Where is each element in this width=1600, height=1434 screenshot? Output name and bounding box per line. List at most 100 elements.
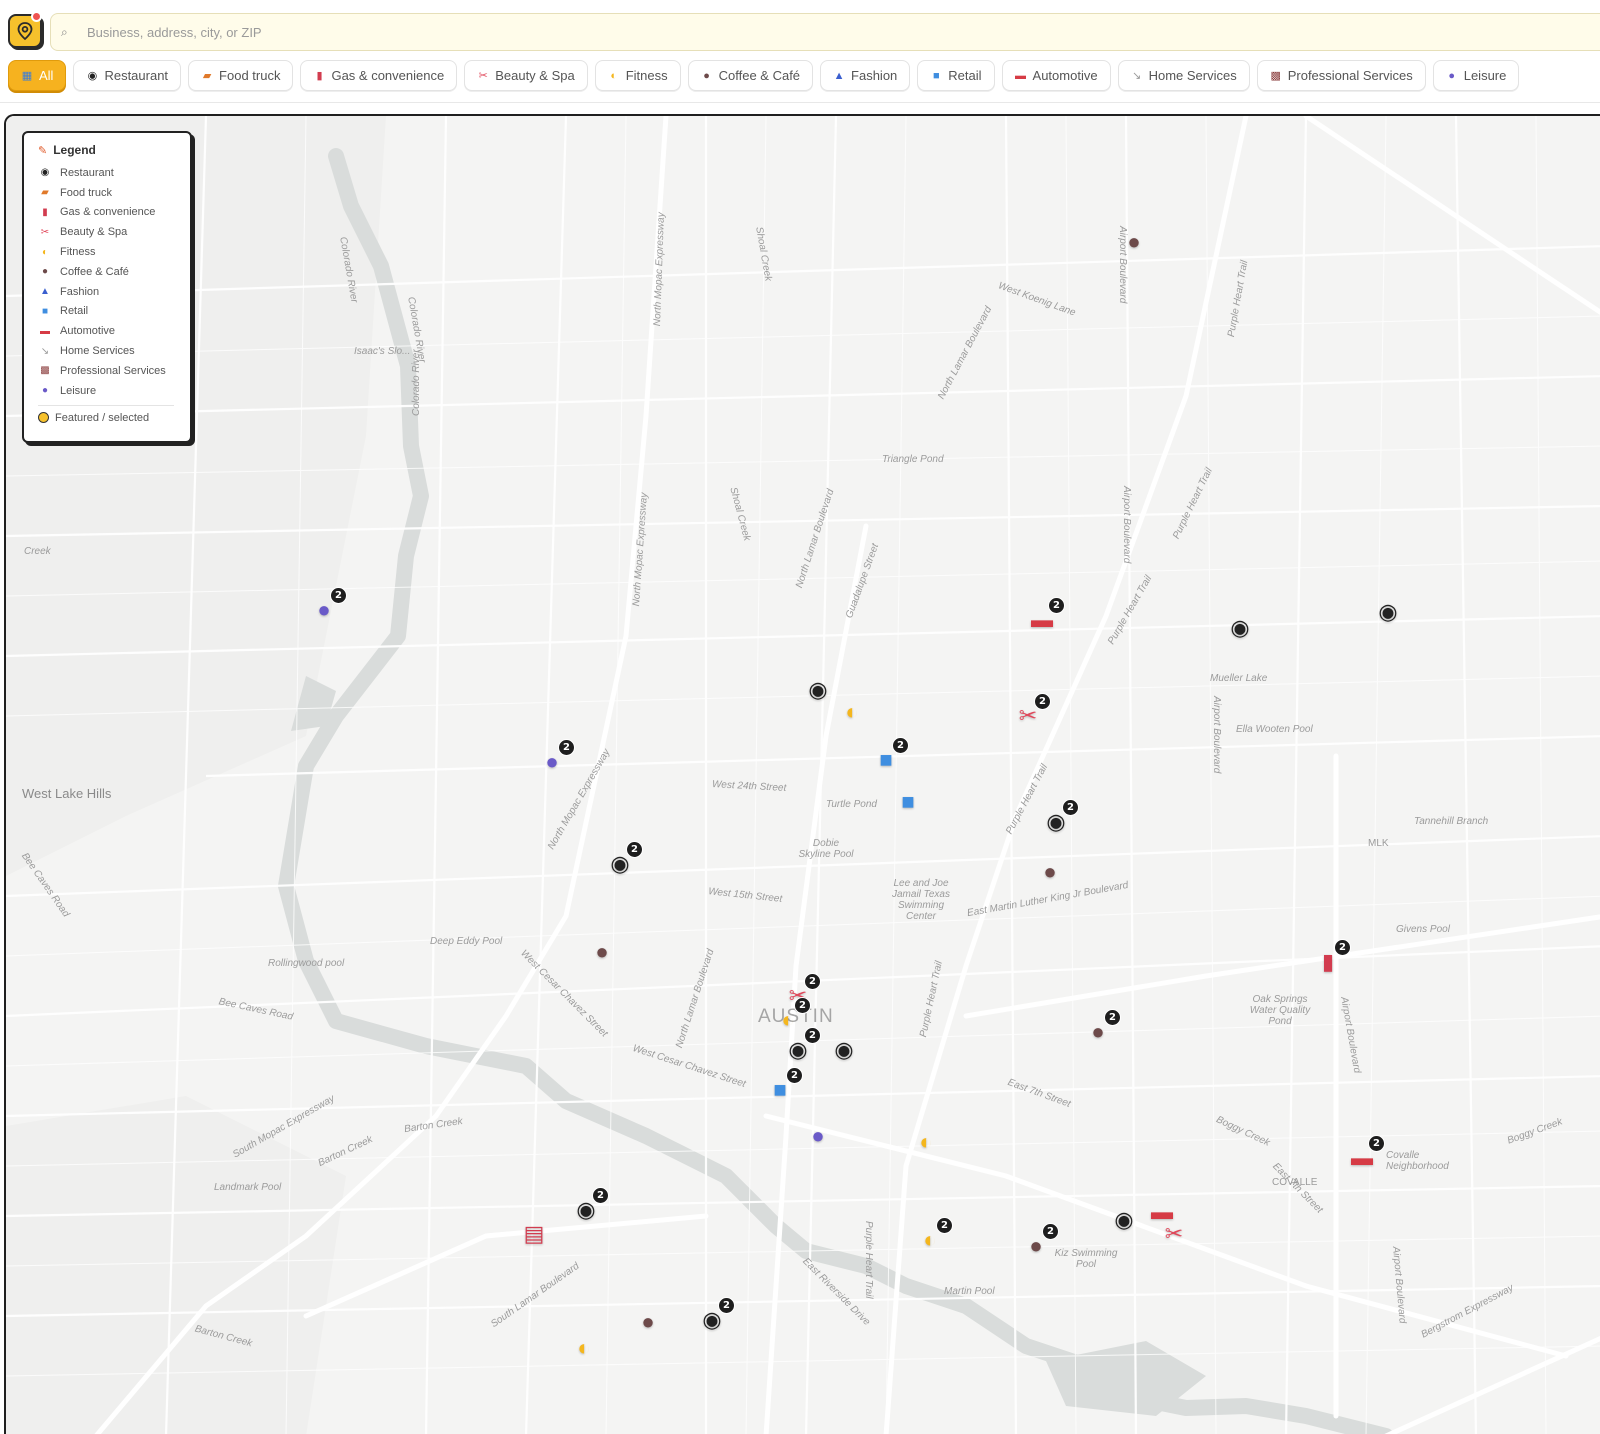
map-marker-coffee[interactable]: ●: [588, 938, 616, 966]
flexed-arm-icon: ◐: [41, 246, 49, 258]
coffee-icon: ●: [641, 1309, 655, 1334]
shopping-bag-icon: ■: [932, 69, 940, 82]
map-marker-restaurant[interactable]: ◉: [1226, 614, 1254, 642]
legend-item-label: Fitness: [60, 246, 96, 259]
cluster-count-badge: 2: [718, 1297, 735, 1314]
legend-featured-label: Featured / selected: [55, 411, 150, 424]
chip-label: Retail: [948, 68, 982, 83]
map-marker-restaurant[interactable]: ◉ 2: [572, 1187, 609, 1224]
map-marker-coffee[interactable]: ●: [634, 1308, 662, 1336]
gas-pump-icon: ▮: [1321, 949, 1335, 974]
map-marker-leisure[interactable]: ●: [804, 1122, 832, 1150]
map-marker-leisure[interactable]: ● 2: [310, 587, 347, 624]
map-label-turtle-pond: Turtle Pond: [826, 799, 877, 810]
map-marker-retail[interactable]: ■: [894, 788, 922, 816]
map-marker-coffee[interactable]: ● 2: [1084, 1009, 1121, 1046]
map-marker-gas[interactable]: ▮ 2: [1314, 939, 1351, 976]
cluster-count-badge: 2: [892, 737, 909, 754]
map-marker-retail[interactable]: ■ 2: [766, 1067, 803, 1104]
map-marker-restaurant[interactable]: ◉ 2: [1042, 799, 1079, 836]
cluster-count-badge: 2: [592, 1187, 609, 1204]
scissors-icon: ✂: [1018, 703, 1038, 728]
top-bar: ⌕: [0, 0, 1600, 62]
pencil-icon: ✎: [38, 144, 48, 157]
category-chip-all[interactable]: ▦ All: [8, 60, 67, 91]
bowling-icon: ●: [1448, 69, 1456, 82]
map-marker-gas[interactable]: ▤: [520, 1220, 548, 1248]
map-marker-fitness[interactable]: ◐: [570, 1334, 598, 1362]
map-marker-coffee[interactable]: ●: [1036, 858, 1064, 886]
search-bar[interactable]: ⌕: [50, 13, 1600, 51]
restaurant-icon: ◉: [1046, 809, 1066, 834]
map-label-colorado-river-3: Colorado River: [411, 349, 422, 416]
map-marker-fitness[interactable]: ◐: [838, 698, 866, 726]
category-chip-retail[interactable]: ■ Retail: [917, 60, 995, 91]
gas-pump-icon: ▮: [316, 70, 323, 82]
map-marker-fitness[interactable]: ◐: [912, 1128, 940, 1156]
map-marker-restaurant[interactable]: ◉: [804, 676, 832, 704]
flexed-arm-icon: ◐: [845, 699, 859, 724]
map-marker-coffee[interactable]: ●: [1120, 228, 1148, 256]
category-chip-automotive[interactable]: ▬ Automotive: [1001, 60, 1111, 91]
category-chip-beauty-spa[interactable]: ✂ Beauty & Spa: [464, 60, 588, 91]
legend-item: ◐ Fitness: [38, 242, 190, 262]
category-chip-professional-services[interactable]: ▩ Professional Services: [1256, 60, 1426, 91]
category-chip-gas-convenience[interactable]: ▮ Gas & convenience: [300, 60, 458, 91]
shopping-bag-icon: ■: [773, 1077, 787, 1102]
map-label-creek: Creek: [24, 546, 51, 557]
cluster-count-badge: 2: [330, 587, 347, 604]
map-marker-restaurant[interactable]: ◉ 2: [784, 1027, 821, 1064]
map-marker-coffee[interactable]: ● 2: [1022, 1223, 1059, 1260]
map-marker-restaurant[interactable]: ◉: [1110, 1206, 1138, 1234]
map-canvas[interactable]: West Lake Hills AUSTIN COVALLE Colorado …: [4, 114, 1600, 1434]
map-marker-automotive[interactable]: ▬ 2: [1348, 1135, 1385, 1172]
notification-dot: [31, 11, 42, 22]
featured-dot-icon: [38, 412, 49, 424]
map-legend: ✎ Legend ◉ Restaurant ▰ Food truck ▮ Gas & co…: [22, 131, 192, 443]
legend-item: ● Leisure: [38, 381, 190, 401]
wrench-icon: ↘: [1131, 70, 1142, 82]
legend-title-text: Legend: [53, 143, 96, 157]
map-label-martin-pool: Martin Pool: [944, 1286, 995, 1297]
map-label-tannehill: Tannehill Branch: [1414, 816, 1489, 827]
flexed-arm-icon: ◐: [610, 69, 618, 82]
map-marker-automotive[interactable]: ▬ 2: [1028, 597, 1065, 634]
legend-item: ▲ Fashion: [38, 282, 190, 302]
chip-label: Beauty & Spa: [495, 68, 575, 83]
cluster-count-badge: 2: [1334, 939, 1351, 956]
category-chip-fashion[interactable]: ▲ Fashion: [820, 60, 911, 91]
map-marker-leisure[interactable]: ● 2: [538, 739, 575, 776]
restaurant-icon: ◉: [610, 851, 630, 876]
map-marker-restaurant[interactable]: ◉ 2: [698, 1297, 735, 1334]
category-chip-home-services[interactable]: ↘ Home Services: [1117, 60, 1250, 91]
category-chip-leisure[interactable]: ● Leisure: [1432, 60, 1520, 91]
category-chip-coffee-caf[interactable]: ● Coffee & Café: [687, 60, 814, 91]
legend-item: ▬ Automotive: [38, 321, 190, 341]
dress-icon: ▲: [833, 69, 845, 82]
map-marker-beauty[interactable]: ✂ 2: [1014, 693, 1051, 730]
restaurant-icon: ◉: [1378, 599, 1398, 624]
map-marker-restaurant[interactable]: ◉: [830, 1036, 858, 1064]
car-icon: ▬: [40, 325, 50, 337]
map-marker-fitness[interactable]: ◐ 2: [916, 1217, 953, 1254]
map-label-dobie: Dobie Skyline Pool: [798, 838, 854, 860]
search-input[interactable]: [87, 24, 987, 40]
map-marker-restaurant[interactable]: ◉: [1374, 598, 1402, 626]
bowling-icon: ●: [317, 597, 331, 622]
cluster-count-badge: 2: [626, 841, 643, 858]
map-marker-restaurant[interactable]: ◉ 2: [606, 841, 643, 878]
map-marker-beauty[interactable]: ✂: [1160, 1220, 1188, 1248]
category-filter-bar: ▦ All ◉ Restaurant ▰ Food truck ▮ Gas & conveni…: [8, 60, 1520, 92]
category-chip-food-truck[interactable]: ▰ Food truck: [188, 60, 294, 91]
map-marker-retail[interactable]: ■ 2: [872, 737, 909, 774]
restaurant-icon: ◉: [87, 70, 98, 82]
category-chip-fitness[interactable]: ◐ Fitness: [594, 60, 681, 91]
scissors-icon: ✂: [40, 226, 50, 238]
shopping-bag-icon: ■: [41, 305, 49, 317]
cluster-count-badge: 2: [558, 739, 575, 756]
bowling-icon: ●: [545, 749, 559, 774]
map-marker-fitness[interactable]: ◐ 2: [774, 997, 811, 1034]
category-chip-restaurant[interactable]: ◉ Restaurant: [73, 60, 182, 91]
coffee-icon: ●: [41, 266, 49, 278]
briefcase-icon: ▩: [40, 365, 50, 377]
